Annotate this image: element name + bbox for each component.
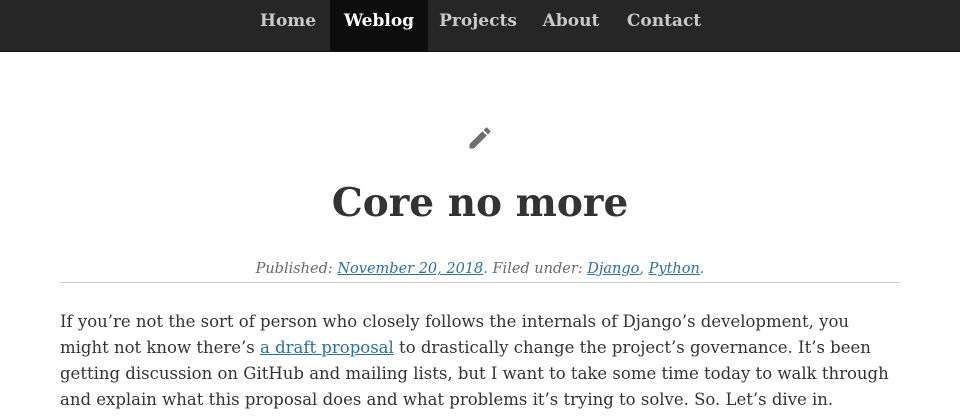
draft-proposal-link[interactable]: a draft proposal (260, 338, 394, 357)
meta-divider (60, 282, 900, 283)
body-line-2-start: might not know there’s (60, 338, 260, 357)
category-link-python[interactable]: Python (649, 261, 700, 277)
nav-item-contact[interactable]: Contact (620, 0, 708, 51)
meta-end: . (699, 261, 705, 277)
post-date-link[interactable]: November 20, 2018 (337, 261, 483, 277)
nav-item-home[interactable]: Home (252, 0, 324, 51)
nav-item-weblog[interactable]: Weblog (330, 0, 428, 51)
post-body-paragraph: If you’re not the sort of person who clo… (60, 309, 900, 413)
category-separator: , (639, 261, 649, 277)
post-title: Core no more (331, 180, 629, 226)
filed-under-label: . Filed under: (483, 261, 588, 277)
body-line-2-end: to drastically change the project’s gove… (393, 338, 871, 357)
body-line-1: If you’re not the sort of person who clo… (60, 312, 850, 331)
nav-item-projects[interactable]: Projects (434, 0, 522, 51)
post-meta: Published: November 20, 2018. Filed unde… (0, 258, 960, 280)
nav-item-about[interactable]: About (534, 0, 608, 51)
category-link-django[interactable]: Django (587, 261, 639, 277)
pencil-icon (469, 127, 491, 149)
published-label: Published: (255, 261, 338, 277)
body-line-3: getting discussion on GitHub and mailing… (60, 364, 889, 383)
body-line-2: might not know there’s a draft proposal … (60, 335, 900, 361)
body-line-4: and explain what this proposal does and … (60, 390, 834, 409)
top-navbar: Home Weblog Projects About Contact (0, 0, 960, 52)
